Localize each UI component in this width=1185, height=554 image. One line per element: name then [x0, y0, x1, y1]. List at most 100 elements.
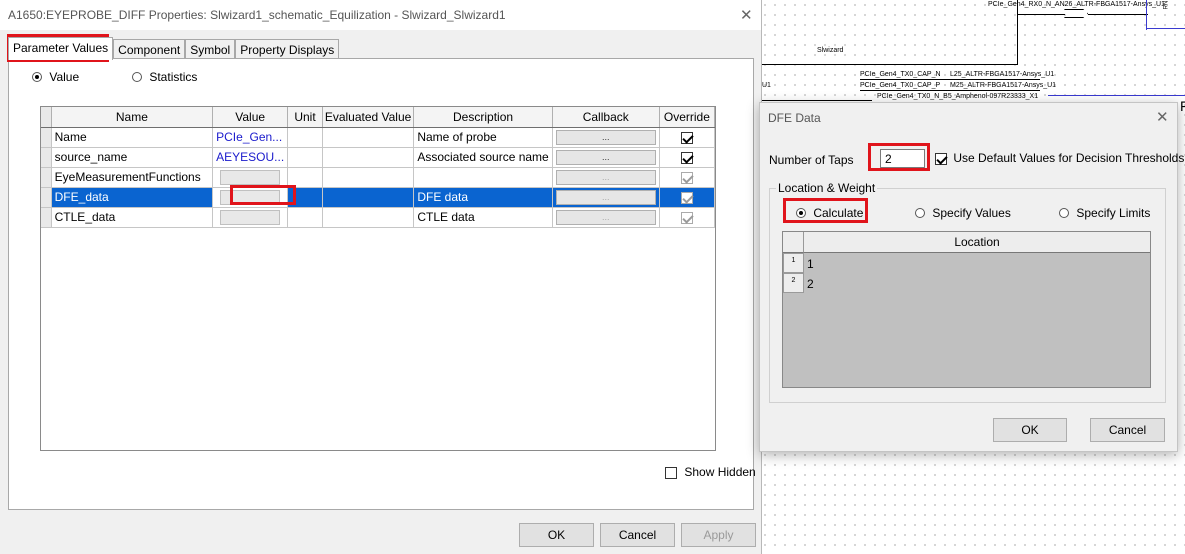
- radio-selected-icon[interactable]: [32, 72, 42, 82]
- table-row[interactable]: CTLE_data CTLE data...: [41, 207, 715, 228]
- description-cell[interactable]: Associated source name: [413, 147, 553, 168]
- calculate-label: Calculate: [813, 206, 864, 220]
- table-row[interactable]: source_name AEYESOU... Associated source n…: [41, 147, 715, 168]
- unit-cell[interactable]: [287, 207, 323, 228]
- properties-dialog: A1650:EYEPROBE_DIFF Properties: Slwizard…: [0, 0, 762, 554]
- grid-corner: [41, 107, 52, 128]
- callback-button[interactable]: ...: [555, 169, 656, 185]
- row-header[interactable]: [41, 167, 52, 188]
- unit-cell[interactable]: [287, 127, 323, 148]
- callback-button[interactable]: ...: [555, 189, 656, 205]
- description-cell[interactable]: CTLE data: [413, 207, 553, 228]
- table-row[interactable]: DFE_data DFE data...: [41, 187, 715, 208]
- table-row[interactable]: Name PCIe_Gen... Name of probe...: [41, 127, 715, 148]
- location-column-header[interactable]: Location: [804, 232, 1150, 253]
- location-cell[interactable]: 1: [807, 257, 814, 271]
- show-hidden-checkbox[interactable]: [665, 466, 677, 479]
- row-header[interactable]: [41, 187, 52, 208]
- radio-icon[interactable]: [132, 72, 142, 82]
- value-radio-option[interactable]: Value: [32, 70, 79, 84]
- description-cell[interactable]: [413, 167, 553, 188]
- override-checkbox[interactable]: [680, 151, 693, 164]
- callback-button[interactable]: ...: [555, 149, 656, 165]
- location-cell[interactable]: 2: [807, 277, 814, 291]
- param-value-cell[interactable]: AEYESOU...: [212, 147, 289, 168]
- column-header-name[interactable]: Name: [51, 107, 214, 128]
- description-cell[interactable]: Name of probe: [413, 127, 553, 148]
- override-checkbox[interactable]: [680, 131, 693, 144]
- callback-cell: ...: [552, 147, 660, 168]
- callback-button[interactable]: ...: [555, 129, 656, 145]
- specify-values-radio-option[interactable]: Specify Values: [915, 206, 1011, 220]
- param-value-cell[interactable]: [212, 187, 289, 208]
- param-value-cell[interactable]: PCIe_Gen...: [212, 127, 289, 148]
- tab-property-displays[interactable]: Property Displays: [235, 39, 340, 60]
- use-default-checkbox[interactable]: [935, 152, 947, 165]
- column-header-callback[interactable]: Callback: [552, 107, 660, 128]
- tab-symbol[interactable]: Symbol: [185, 39, 236, 60]
- value-edit-button[interactable]: [220, 169, 281, 185]
- evaluated-value-cell[interactable]: [322, 187, 415, 208]
- param-name-cell[interactable]: CTLE_data: [51, 207, 214, 228]
- net-label: U1: [762, 82, 771, 89]
- cancel-button[interactable]: Cancel: [600, 523, 675, 547]
- use-default-label: Use Default Values for Decision Threshol…: [953, 151, 1185, 165]
- net-label: M25_ALTR-FBGA1517-Ansys_U1: [950, 82, 1057, 89]
- override-cell: [659, 147, 715, 168]
- param-name-cell[interactable]: Name: [51, 127, 214, 148]
- value-edit-button[interactable]: [220, 189, 281, 205]
- column-header-description[interactable]: Description: [413, 107, 553, 128]
- row-header[interactable]: [41, 147, 52, 168]
- number-of-taps-input[interactable]: [880, 149, 925, 168]
- row-header[interactable]: 1: [783, 253, 804, 273]
- evaluated-value-cell[interactable]: [322, 167, 415, 188]
- row-header[interactable]: [41, 207, 52, 228]
- ok-button[interactable]: OK: [993, 418, 1067, 442]
- column-header-value[interactable]: Value: [212, 107, 289, 128]
- show-hidden-option[interactable]: Show Hidden: [665, 465, 756, 479]
- dfe-dialog-title: DFE Data: [768, 111, 821, 125]
- tab-component[interactable]: Component: [113, 39, 186, 60]
- statistics-radio-option[interactable]: Statistics: [132, 70, 197, 84]
- column-header-unit[interactable]: Unit: [287, 107, 323, 128]
- evaluated-value-cell[interactable]: [322, 147, 415, 168]
- callback-button[interactable]: ...: [555, 209, 656, 225]
- specify-limits-radio-option[interactable]: Specify Limits: [1059, 206, 1150, 220]
- param-name-cell[interactable]: EyeMeasurementFunctions: [51, 167, 214, 188]
- cancel-button[interactable]: Cancel: [1090, 418, 1165, 442]
- tab-strip: Parameter Values Component Symbol Proper…: [8, 37, 340, 60]
- radio-icon[interactable]: [915, 208, 925, 218]
- unit-cell[interactable]: [287, 167, 323, 188]
- value-radio-label: Value: [49, 70, 80, 84]
- description-cell[interactable]: DFE data: [413, 187, 553, 208]
- param-value-cell[interactable]: [212, 207, 289, 228]
- override-checkbox[interactable]: [680, 211, 693, 224]
- unit-cell[interactable]: [287, 147, 323, 168]
- param-name-cell[interactable]: DFE_data: [51, 187, 214, 208]
- calculate-radio-option[interactable]: Calculate: [796, 206, 863, 220]
- apply-button[interactable]: Apply: [681, 523, 756, 547]
- value-edit-button[interactable]: [220, 209, 281, 225]
- net-label: PCIe_Gen4_TX0_N_B5_Amphenol-097R23333_X1: [877, 93, 1039, 100]
- table-row[interactable]: EyeMeasurementFunctions...: [41, 167, 715, 188]
- net-label: PCIe_Gen4_TX0_CAP_P: [860, 82, 941, 89]
- param-name-cell[interactable]: source_name: [51, 147, 214, 168]
- use-default-thresholds-option[interactable]: Use Default Values for Decision Threshol…: [935, 151, 1184, 165]
- tab-parameter-values[interactable]: Parameter Values: [8, 37, 114, 60]
- override-checkbox[interactable]: [680, 191, 693, 204]
- column-header-override[interactable]: Override: [659, 107, 715, 128]
- close-icon[interactable]: ✕: [740, 8, 753, 23]
- param-value-cell[interactable]: [212, 167, 289, 188]
- evaluated-value-cell[interactable]: [322, 127, 415, 148]
- close-icon[interactable]: ✕: [1156, 110, 1169, 125]
- column-header-evaluated-value[interactable]: Evaluated Value: [322, 107, 415, 128]
- override-checkbox[interactable]: [680, 171, 693, 184]
- row-header[interactable]: [41, 127, 52, 148]
- radio-selected-icon[interactable]: [796, 208, 806, 218]
- callback-cell: ...: [552, 127, 660, 148]
- evaluated-value-cell[interactable]: [322, 207, 415, 228]
- radio-icon[interactable]: [1059, 208, 1069, 218]
- row-header[interactable]: 2: [783, 273, 804, 293]
- ok-button[interactable]: OK: [519, 523, 594, 547]
- unit-cell[interactable]: [287, 187, 323, 208]
